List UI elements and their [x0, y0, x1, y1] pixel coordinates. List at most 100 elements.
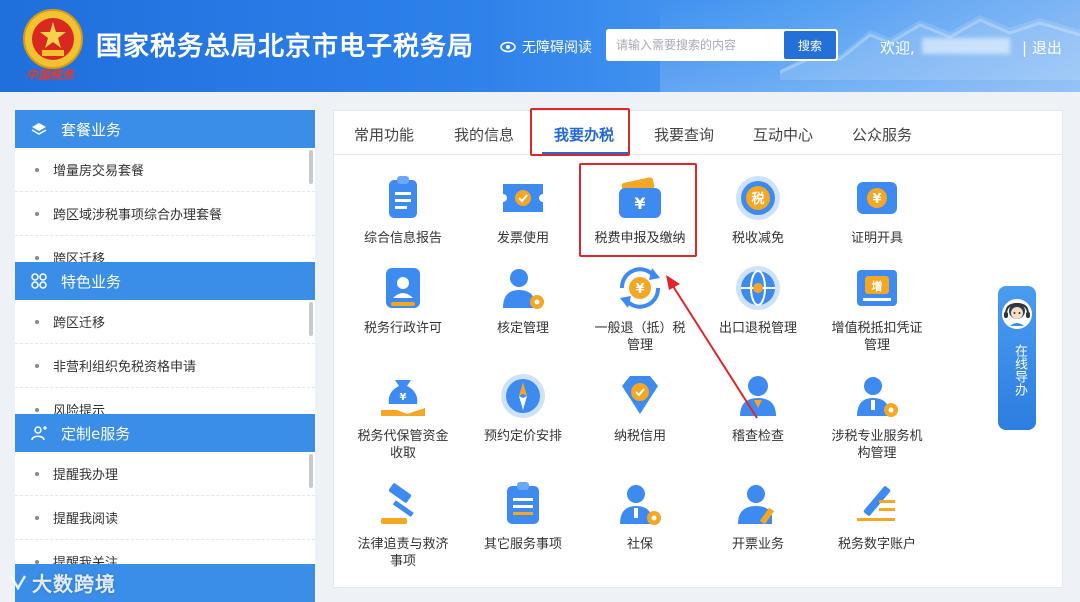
bullet-icon: [35, 211, 39, 216]
sidebar-item[interactable]: 提醒我阅读: [15, 496, 315, 540]
header-bar: 中国税务 国家税务总局北京市电子税务局 无障碍阅读 搜索 欢迎, | 退出: [0, 0, 1080, 92]
sidebar-item[interactable]: 提醒我关注: [15, 540, 315, 566]
highlight-box-tab: [530, 108, 630, 156]
tab-interaction-center[interactable]: 互动中心: [753, 124, 813, 145]
search-button[interactable]: 搜索: [784, 31, 836, 59]
service-item[interactable]: 发票使用: [463, 172, 583, 247]
sidebar-list: 跨区迁移 非营利组织免税资格申请 风险提示: [15, 300, 315, 416]
service-item-label: 预约定价安排: [483, 429, 562, 444]
scrollbar[interactable]: [309, 454, 313, 488]
user-icon: [740, 376, 776, 416]
sidebar-item[interactable]: 增量房交易套餐: [15, 148, 315, 192]
tax-badge-icon: 税: [736, 176, 780, 220]
tab-my-info[interactable]: 我的信息: [454, 124, 514, 145]
svg-text:增: 增: [872, 279, 883, 293]
service-item[interactable]: 社保: [580, 478, 700, 553]
service-item-label: 综合信息报告: [363, 231, 442, 246]
tab-public-service[interactable]: 公众服务: [852, 124, 912, 145]
user-shield-icon: [620, 485, 661, 525]
online-guide-button[interactable]: 在线导办: [998, 286, 1036, 430]
service-item-label: 一般退（抵）税管理: [594, 321, 686, 353]
sidebar-item-label: 非营利组织免税资格申请: [53, 360, 197, 375]
service-item-label: 开票业务: [731, 537, 784, 552]
sidebar-item[interactable]: 跨区迁移: [15, 300, 315, 344]
service-item[interactable]: 开票业务: [698, 478, 818, 553]
service-item[interactable]: 稽查检查: [698, 370, 818, 445]
tax-emblem-icon: [23, 9, 83, 69]
sidebar-item-label: 提醒我阅读: [53, 512, 119, 527]
sidebar-item-label: 提醒我办理: [53, 468, 119, 483]
accessibility-reading-link[interactable]: 无障碍阅读: [500, 37, 592, 57]
sidebar-section-custom-service[interactable]: 定制e服务: [15, 414, 315, 452]
service-item-label: 稽查检查: [731, 429, 784, 444]
service-item[interactable]: 税务数字账户: [817, 478, 937, 553]
bullet-icon: [35, 363, 39, 368]
service-item[interactable]: ¥ 一般退（抵）税管理: [580, 262, 700, 354]
user-tie-gear-icon: [857, 377, 898, 417]
service-item[interactable]: 涉税专业服务机构管理: [817, 370, 937, 462]
sidebar-item[interactable]: 提醒我办理: [15, 452, 315, 496]
clipboard-icon: [389, 176, 417, 218]
pen-lines-icon: [857, 486, 895, 521]
tab-my-query[interactable]: 我要查询: [654, 124, 714, 145]
service-item[interactable]: 纳税信用: [580, 370, 700, 445]
sidebar-section-featured[interactable]: 特色业务: [15, 262, 315, 300]
sidebar-item-label: 跨区迁移: [53, 316, 106, 331]
svg-text:¥: ¥: [635, 282, 644, 297]
watermark-text: 大数跨境: [32, 572, 116, 596]
sidebar-list: 提醒我办理 提醒我阅读 提醒我关注: [15, 452, 315, 566]
user-pen-icon: [738, 485, 775, 525]
service-item[interactable]: 增增值税抵扣凭证管理: [817, 262, 937, 354]
service-item[interactable]: 税税收减免: [698, 172, 818, 247]
welcome-text: 欢迎,: [880, 39, 915, 57]
service-item-label: 出口退税管理: [718, 321, 797, 336]
service-item[interactable]: 法律追责与救济事项: [343, 478, 463, 570]
bullet-icon: [35, 319, 39, 324]
bullet-icon: [35, 559, 39, 564]
service-item-label: 发票使用: [496, 231, 549, 246]
money-bag-hand-icon: ¥: [381, 380, 425, 416]
sidebar-item[interactable]: 非营利组织免税资格申请: [15, 344, 315, 388]
svg-text:¥: ¥: [872, 192, 881, 207]
globe-icon: [736, 266, 780, 310]
layers-icon: [31, 123, 47, 135]
svg-text:¥: ¥: [400, 392, 407, 403]
blurred-username: [922, 38, 1010, 54]
search-input[interactable]: [606, 29, 782, 61]
svg-text:税: 税: [751, 191, 764, 207]
service-item-label: 纳税信用: [613, 429, 666, 444]
logout-link[interactable]: | 退出: [1022, 37, 1062, 58]
sidebar-section-package[interactable]: 套餐业务: [15, 110, 315, 148]
service-item[interactable]: 核定管理: [463, 262, 583, 337]
sidebar-item[interactable]: 风险提示: [15, 388, 315, 416]
highlight-box-tax-filing: [579, 163, 697, 257]
service-item-label: 其它服务事项: [483, 537, 562, 552]
service-item[interactable]: 出口退税管理: [698, 262, 818, 337]
service-item[interactable]: 综合信息报告: [343, 172, 463, 247]
yuan-ticket-icon: ¥: [857, 182, 897, 214]
ticket-check-icon: [503, 184, 543, 212]
sidebar: 套餐业务 增量房交易套餐 跨区域涉税事项综合办理套餐 跨区迁移 特色业务 跨区迁…: [15, 110, 315, 602]
grid-icon: [31, 273, 47, 289]
service-item-label: 法律追责与救济事项: [357, 537, 449, 569]
yuan-refresh-icon: ¥: [619, 267, 661, 309]
sidebar-item[interactable]: 跨区迁移: [15, 236, 315, 264]
service-item-label: 税务数字账户: [837, 537, 916, 552]
service-item[interactable]: ¥ 税务代保管资金收取: [343, 370, 463, 462]
service-item[interactable]: ¥ 证明开具: [817, 172, 937, 247]
service-item[interactable]: 其它服务事项: [463, 478, 583, 553]
scrollbar[interactable]: [309, 150, 313, 184]
scrollbar[interactable]: [309, 302, 313, 336]
sidebar-item[interactable]: 跨区域涉税事项综合办理套餐: [15, 192, 315, 236]
list-clipboard-icon: [507, 482, 539, 524]
service-item-label: 涉税专业服务机构管理: [831, 429, 923, 461]
service-item[interactable]: 税务行政许可: [343, 262, 463, 337]
tab-common-functions[interactable]: 常用功能: [354, 124, 414, 145]
user-plus-icon: [31, 426, 47, 441]
tab-bar: 常用功能 我的信息 我要办税 我要查询 互动中心 公众服务: [334, 111, 1062, 155]
bullet-icon: [35, 407, 39, 412]
vat-ticket-icon: 增: [857, 270, 897, 306]
service-item-label: 核定管理: [496, 321, 549, 336]
service-item[interactable]: 预约定价安排: [463, 370, 583, 445]
sidebar-section-title: 特色业务: [61, 272, 122, 291]
